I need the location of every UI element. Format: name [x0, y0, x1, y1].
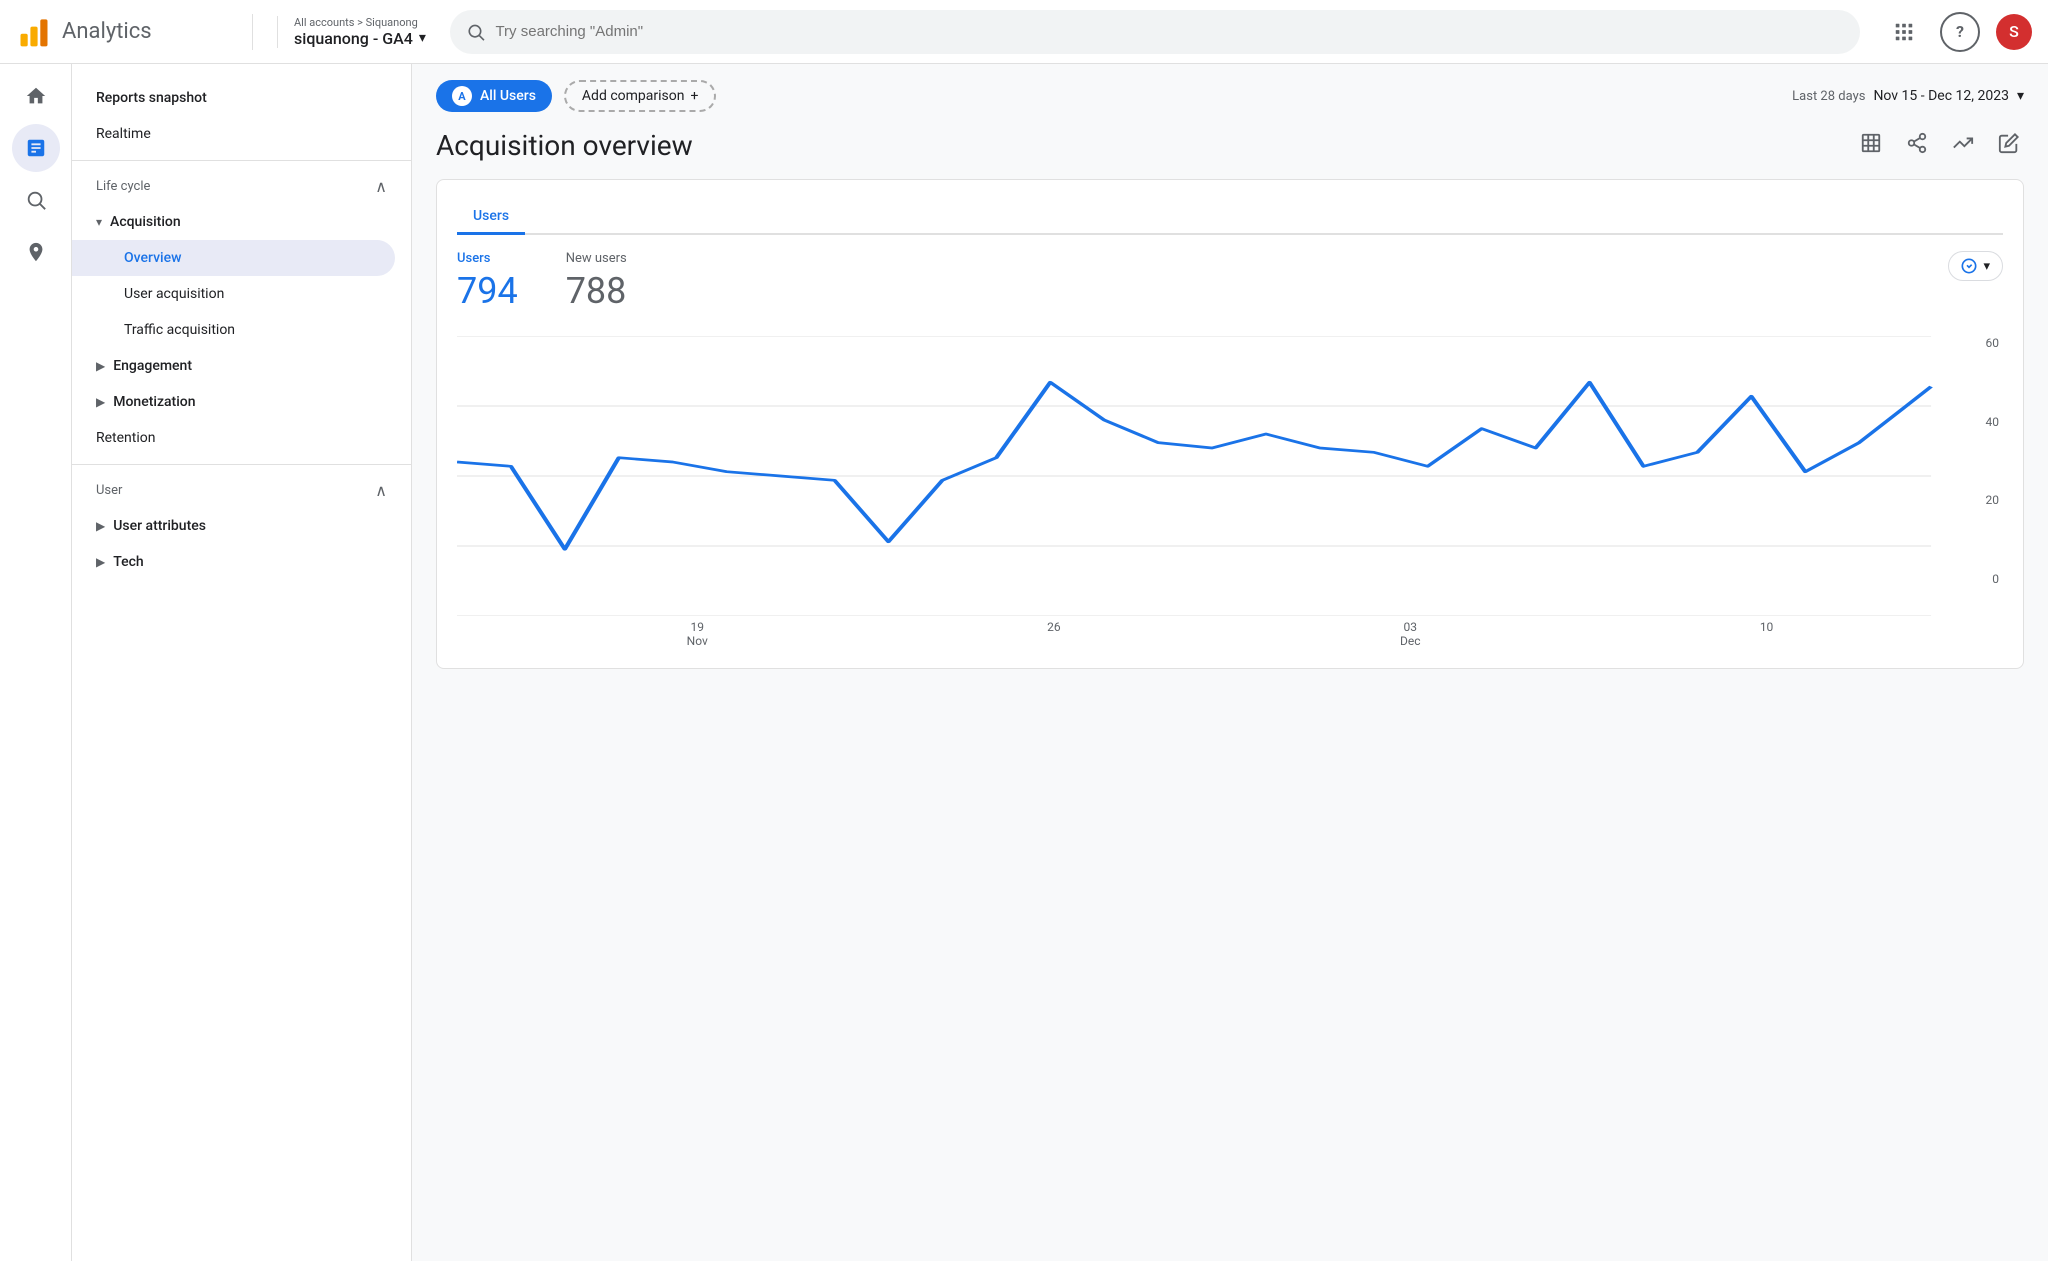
x-label-dec03: 03 Dec	[1400, 620, 1421, 648]
trend-icon[interactable]	[1948, 128, 1978, 163]
topbar: Analytics All accounts > Siquanong siqua…	[0, 0, 2048, 64]
all-users-avatar: A	[452, 86, 472, 106]
search-bar[interactable]	[450, 10, 1860, 54]
chart-y-labels: 60 40 20 0	[1963, 336, 2003, 586]
sidebar-explore[interactable]	[12, 176, 60, 224]
account-breadcrumb: All accounts > Siquanong	[294, 16, 426, 29]
x-label-dec10: 10	[1760, 620, 1774, 648]
sidebar-reports[interactable]	[12, 124, 60, 172]
nav-retention[interactable]: Retention	[72, 420, 395, 456]
user-collapse-icon: ∧	[375, 481, 387, 500]
icon-sidebar	[0, 64, 72, 1261]
divider	[252, 14, 253, 50]
app-name: Analytics	[62, 19, 152, 44]
sidebar-advertising[interactable]	[12, 228, 60, 276]
chart-x-labels: 19 Nov 26 03 Dec 10	[457, 616, 2003, 648]
lifecycle-collapse-icon: ∧	[375, 177, 387, 196]
chart-type-icon[interactable]	[1856, 128, 1886, 163]
nav-reports-snapshot[interactable]: Reports snapshot	[72, 80, 395, 116]
chart-card: Users Users 794 New users 788	[436, 179, 2024, 669]
lifecycle-section-header[interactable]: Life cycle ∧	[72, 169, 411, 204]
date-chevron-icon: ▾	[2017, 88, 2024, 104]
page-title: Acquisition overview	[436, 129, 693, 162]
monetization-chevron-icon: ▶	[96, 395, 105, 409]
help-icon[interactable]: ?	[1940, 12, 1980, 52]
account-selector[interactable]: All accounts > Siquanong siquanong - GA4…	[277, 16, 426, 48]
metric-users: Users 794	[457, 251, 518, 312]
analytics-logo-icon	[16, 14, 52, 50]
metric-new-users: New users 788	[566, 251, 627, 312]
chart-tab-users[interactable]: Users	[457, 200, 525, 235]
user-attr-chevron-icon: ▶	[96, 519, 105, 533]
chart-tab-bar: Users	[457, 200, 2003, 235]
share-icon[interactable]	[1902, 128, 1932, 163]
all-users-badge[interactable]: A All Users	[436, 80, 552, 112]
comparison-bar: A All Users Add comparison + Last 28 day…	[436, 80, 2024, 112]
nav-acquisition[interactable]: ▾ Acquisition	[72, 204, 395, 240]
chevron-down-icon: ▾	[1983, 259, 1990, 274]
chart-metrics: Users 794 New users 788	[457, 251, 627, 312]
metric-users-label: Users	[457, 251, 518, 266]
main-content: A All Users Add comparison + Last 28 day…	[412, 64, 2048, 1261]
user-label: User	[96, 483, 122, 498]
apps-icon[interactable]	[1884, 12, 1924, 52]
x-label-nov19: 19 Nov	[687, 620, 708, 648]
metric-new-users-value: 788	[566, 270, 627, 312]
search-input[interactable]	[495, 23, 1844, 40]
section-header-row: Acquisition overview	[436, 128, 2024, 163]
nav-tech[interactable]: ▶ Tech	[72, 544, 395, 580]
engagement-chevron-icon: ▶	[96, 359, 105, 373]
nav-user-attributes[interactable]: ▶ User attributes	[72, 508, 395, 544]
nav-user-acquisition[interactable]: User acquisition	[72, 276, 395, 312]
section-actions	[1856, 128, 2024, 163]
nav-monetization[interactable]: ▶ Monetization	[72, 384, 395, 420]
metrics-row: Users 794 New users 788 ▾	[457, 251, 2003, 336]
app-layout: Reports snapshot Realtime Life cycle ∧ ▾…	[0, 64, 2048, 1261]
search-icon	[466, 22, 486, 42]
compare-button[interactable]: ▾	[1948, 251, 2003, 281]
nav-divider-2	[72, 464, 411, 465]
acquisition-chevron-icon: ▾	[96, 215, 102, 229]
tech-chevron-icon: ▶	[96, 555, 105, 569]
compare-controls: ▾	[1948, 251, 2003, 281]
nav-engagement[interactable]: ▶ Engagement	[72, 348, 395, 384]
nav-sidebar: Reports snapshot Realtime Life cycle ∧ ▾…	[72, 64, 412, 1261]
nav-overview[interactable]: Overview	[72, 240, 395, 276]
plus-icon: +	[690, 88, 698, 104]
user-section-header[interactable]: User ∧	[72, 473, 411, 508]
nav-divider-1	[72, 160, 411, 161]
lifecycle-label: Life cycle	[96, 179, 150, 194]
logo-area: Analytics	[16, 14, 236, 50]
line-chart	[457, 336, 2003, 616]
nav-realtime[interactable]: Realtime	[72, 116, 395, 152]
chart-area: 60 40 20 0	[457, 336, 2003, 616]
nav-traffic-acquisition[interactable]: Traffic acquisition	[72, 312, 395, 348]
chevron-down-icon: ▾	[419, 30, 426, 46]
date-range-selector[interactable]: Last 28 days Nov 15 - Dec 12, 2023 ▾	[1792, 88, 2024, 104]
topbar-actions: ? S	[1884, 12, 2032, 52]
metric-new-users-label: New users	[566, 251, 627, 266]
x-label-nov26: 26	[1047, 620, 1061, 648]
edit-icon[interactable]	[1994, 128, 2024, 163]
user-avatar[interactable]: S	[1996, 14, 2032, 50]
add-comparison-button[interactable]: Add comparison +	[564, 80, 717, 112]
sidebar-home[interactable]	[12, 72, 60, 120]
metric-users-value: 794	[457, 270, 518, 312]
account-name[interactable]: siquanong - GA4 ▾	[294, 29, 426, 48]
